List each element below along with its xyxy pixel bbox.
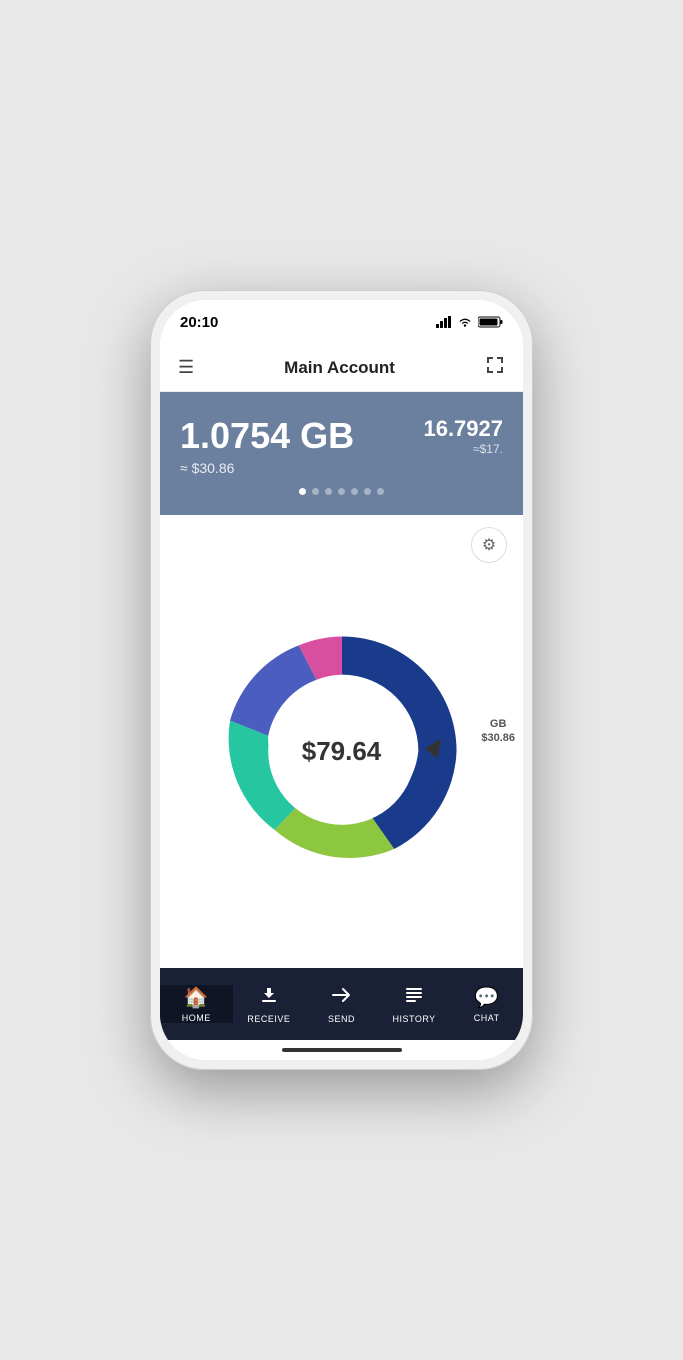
dot-5[interactable] — [351, 488, 358, 495]
banner-secondary: 16.7927 ≈$17. — [423, 416, 503, 456]
app-header: ☰ Main Account — [160, 344, 523, 392]
banner-primary: 1.0754 GB ≈ $30.86 — [180, 416, 423, 476]
chart-center-value: $79.64 — [302, 736, 382, 767]
battery-icon — [478, 316, 503, 328]
seg-label-ibitv2: IBITV2 $14.19 — [168, 786, 199, 812]
menu-icon[interactable]: ☰ — [178, 357, 194, 378]
nav-item-home[interactable]: 🏠 HOME — [160, 985, 233, 1023]
dot-2[interactable] — [312, 488, 319, 495]
banner-sec-sub: ≈$17. — [423, 442, 503, 456]
banner-sec-value: 16.7927 — [423, 416, 503, 442]
bottom-nav: 🏠 HOME RECEIVE SEND — [160, 968, 523, 1040]
nav-item-chat[interactable]: 💬 CHAT — [450, 985, 523, 1023]
nav-label-home: HOME — [182, 1013, 211, 1023]
nav-label-receive: RECEIVE — [247, 1014, 290, 1024]
banner-sub-value: ≈ $30.86 — [180, 460, 423, 476]
home-bar — [282, 1048, 402, 1052]
seg-label-iaug: IAUG $5.67 — [298, 587, 323, 613]
dot-4[interactable] — [338, 488, 345, 495]
chat-icon: 💬 — [474, 985, 499, 1010]
send-icon — [331, 985, 351, 1011]
dot-7[interactable] — [377, 488, 384, 495]
wifi-icon — [457, 316, 473, 328]
status-time: 20:10 — [180, 314, 218, 331]
dot-6[interactable] — [364, 488, 371, 495]
history-icon — [404, 985, 424, 1011]
phone-screen: 20:10 — [160, 300, 523, 1060]
phone-frame: 20:10 — [150, 290, 533, 1070]
main-content: ⚙ — [160, 515, 523, 968]
scan-icon[interactable] — [485, 355, 505, 380]
nav-item-receive[interactable]: RECEIVE — [233, 985, 306, 1024]
signal-icon — [436, 316, 452, 328]
seg-label-gb: GB $30.86 — [481, 717, 515, 746]
chart-container: $79.64 GB $30.86 IUSDV2 $17.56 — [160, 535, 523, 968]
home-icon: 🏠 — [184, 985, 209, 1010]
seg-label-ithv2: ITHV2 $11.35 — [172, 682, 202, 708]
home-indicator — [160, 1040, 523, 1060]
carousel-dots — [180, 476, 503, 499]
banner-main-value: 1.0754 GB — [180, 416, 423, 456]
status-bar: 20:10 — [160, 300, 523, 344]
nav-label-history: HISTORY — [392, 1014, 435, 1024]
nav-label-chat: CHAT — [474, 1013, 500, 1023]
nav-item-send[interactable]: SEND — [305, 985, 378, 1024]
receive-icon — [259, 985, 279, 1011]
nav-label-send: SEND — [328, 1014, 355, 1024]
nav-item-history[interactable]: HISTORY — [378, 985, 451, 1024]
status-icons — [436, 316, 503, 328]
dot-1[interactable] — [299, 488, 306, 495]
banner-section: 1.0754 GB ≈ $30.86 16.7927 ≈$17. — [160, 392, 523, 515]
page-title: Main Account — [284, 358, 395, 378]
dot-3[interactable] — [325, 488, 332, 495]
